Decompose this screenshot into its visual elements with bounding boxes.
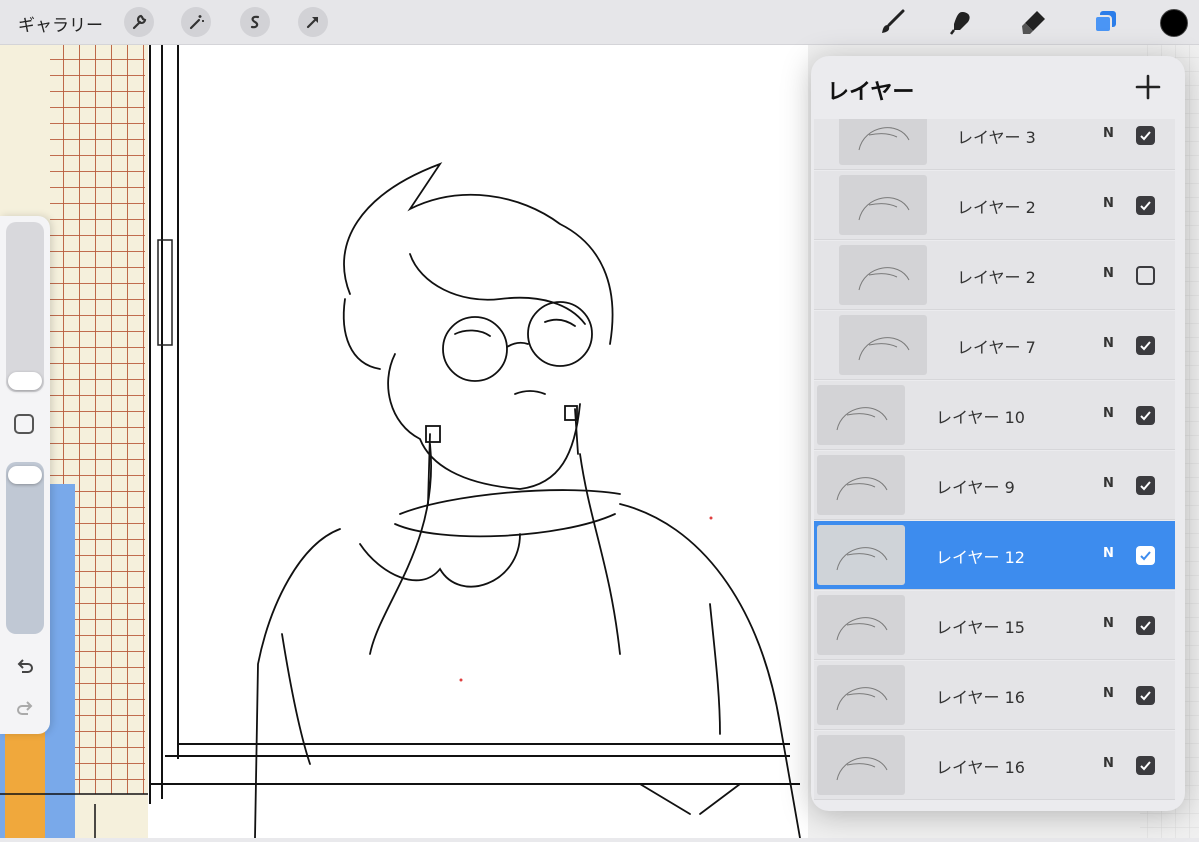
eraser-icon bbox=[1022, 11, 1045, 34]
blend-mode-button[interactable]: N bbox=[1103, 336, 1114, 351]
layer-thumbnail[interactable] bbox=[839, 175, 927, 235]
plus-icon bbox=[1135, 74, 1161, 100]
layer-name[interactable]: レイヤー 15 bbox=[936, 614, 1025, 638]
redo-icon bbox=[17, 701, 33, 715]
adjustments-button[interactable] bbox=[181, 7, 211, 37]
brush-icon bbox=[882, 9, 905, 33]
blend-mode-button[interactable]: N bbox=[1103, 616, 1114, 631]
layer-name[interactable]: レイヤー 16 bbox=[936, 684, 1025, 708]
brush-tool[interactable] bbox=[876, 6, 908, 38]
brush-sidebar bbox=[0, 216, 50, 734]
layer-visibility-checkbox[interactable] bbox=[1136, 756, 1155, 775]
layer-thumbnail[interactable] bbox=[839, 245, 927, 305]
checkmark-icon bbox=[1140, 691, 1151, 701]
smudge-icon bbox=[950, 12, 970, 35]
layer-visibility-checkbox[interactable] bbox=[1136, 476, 1155, 495]
layer-name[interactable]: レイヤー 16 bbox=[936, 754, 1025, 778]
layers-panel-title: レイヤー bbox=[827, 80, 915, 105]
layer-thumbnail[interactable] bbox=[839, 119, 927, 165]
blend-mode-button[interactable]: N bbox=[1103, 546, 1114, 561]
opacity-knob[interactable] bbox=[8, 466, 42, 484]
eraser-tool[interactable] bbox=[1018, 6, 1050, 38]
blend-mode-button[interactable]: N bbox=[1103, 406, 1114, 421]
checkmark-icon bbox=[1140, 411, 1151, 421]
layer-thumbnail[interactable] bbox=[817, 665, 905, 725]
transform-button[interactable] bbox=[298, 7, 328, 37]
layer-name[interactable]: レイヤー 12 bbox=[936, 544, 1025, 568]
layer-visibility-checkbox[interactable] bbox=[1136, 686, 1155, 705]
checkmark-icon bbox=[1140, 131, 1151, 141]
layer-row[interactable]: レイヤー 16 N bbox=[814, 661, 1175, 730]
brush-size-knob[interactable] bbox=[8, 372, 42, 390]
opacity-slider[interactable] bbox=[6, 462, 44, 634]
magic-wand-icon bbox=[189, 15, 204, 30]
layer-thumbnail[interactable] bbox=[817, 455, 905, 515]
brush-size-slider[interactable] bbox=[6, 222, 44, 392]
layers-icon bbox=[1094, 11, 1116, 33]
blend-mode-button[interactable]: N bbox=[1103, 266, 1114, 281]
layer-visibility-checkbox[interactable] bbox=[1136, 266, 1155, 285]
wrench-icon bbox=[132, 14, 147, 30]
color-picker-button[interactable] bbox=[1160, 9, 1188, 37]
layer-row[interactable]: レイヤー 9 N bbox=[814, 451, 1175, 520]
checkmark-icon bbox=[1140, 761, 1151, 771]
layer-thumbnail[interactable] bbox=[817, 385, 905, 445]
layer-visibility-checkbox[interactable] bbox=[1136, 406, 1155, 425]
undo-button[interactable] bbox=[12, 654, 38, 680]
redo-button[interactable] bbox=[12, 696, 38, 722]
layer-row[interactable]: レイヤー 16 N bbox=[814, 731, 1175, 800]
layer-thumbnail[interactable] bbox=[839, 315, 927, 375]
layer-row[interactable]: レイヤー 7 N bbox=[814, 311, 1175, 380]
layer-visibility-checkbox[interactable] bbox=[1136, 126, 1155, 145]
layer-name[interactable]: レイヤー 2 bbox=[957, 264, 1036, 288]
layer-visibility-checkbox[interactable] bbox=[1136, 546, 1155, 565]
checkmark-icon bbox=[1140, 201, 1151, 211]
blend-mode-button[interactable]: N bbox=[1103, 476, 1114, 491]
layer-name[interactable]: レイヤー 7 bbox=[957, 334, 1036, 358]
layer-row[interactable]: レイヤー 3 N bbox=[814, 119, 1175, 170]
layer-name[interactable]: レイヤー 3 bbox=[957, 124, 1036, 148]
top-toolbar: ギャラリー bbox=[0, 0, 1199, 45]
gallery-button[interactable]: ギャラリー bbox=[18, 11, 103, 36]
layer-name[interactable]: レイヤー 9 bbox=[936, 474, 1015, 498]
blend-mode-button[interactable]: N bbox=[1103, 686, 1114, 701]
selection-icon bbox=[250, 15, 260, 29]
smudge-tool[interactable] bbox=[946, 6, 978, 38]
checkmark-icon bbox=[1140, 621, 1151, 631]
layer-name[interactable]: レイヤー 2 bbox=[957, 194, 1036, 218]
layer-thumbnail[interactable] bbox=[817, 525, 905, 585]
blend-mode-button[interactable]: N bbox=[1103, 126, 1114, 141]
layer-row[interactable]: レイヤー 15 N bbox=[814, 591, 1175, 660]
layer-row[interactable]: レイヤー 2 N bbox=[814, 241, 1175, 310]
layers-panel: レイヤー レイヤー 3 N レイヤー 2 N レイヤー 2 N レイヤー 7 N レイヤー 10… bbox=[811, 56, 1185, 811]
layer-visibility-checkbox[interactable] bbox=[1136, 196, 1155, 215]
layer-row[interactable]: レイヤー 10 N bbox=[814, 381, 1175, 450]
layers-tool[interactable] bbox=[1089, 6, 1121, 38]
layer-visibility-checkbox[interactable] bbox=[1136, 616, 1155, 635]
selection-button[interactable] bbox=[240, 7, 270, 37]
layer-thumbnail[interactable] bbox=[817, 595, 905, 655]
layer-visibility-checkbox[interactable] bbox=[1136, 336, 1155, 355]
blend-mode-button[interactable]: N bbox=[1103, 196, 1114, 211]
modify-button[interactable] bbox=[14, 414, 34, 434]
layer-row[interactable]: レイヤー 2 N bbox=[814, 171, 1175, 240]
checkmark-icon bbox=[1140, 341, 1151, 351]
layer-thumbnail[interactable] bbox=[817, 735, 905, 795]
actions-button[interactable] bbox=[124, 7, 154, 37]
transform-icon bbox=[306, 16, 319, 29]
layer-list: レイヤー 3 N レイヤー 2 N レイヤー 2 N レイヤー 7 N レイヤー 10 N レイヤー… bbox=[811, 119, 1185, 811]
blend-mode-button[interactable]: N bbox=[1103, 756, 1114, 771]
layer-name[interactable]: レイヤー 10 bbox=[936, 404, 1025, 428]
undo-icon bbox=[17, 659, 33, 673]
checkmark-icon bbox=[1140, 551, 1151, 561]
layer-row[interactable]: レイヤー 12 N bbox=[814, 521, 1175, 590]
add-layer-button[interactable] bbox=[1133, 72, 1163, 102]
checkmark-icon bbox=[1140, 481, 1151, 491]
